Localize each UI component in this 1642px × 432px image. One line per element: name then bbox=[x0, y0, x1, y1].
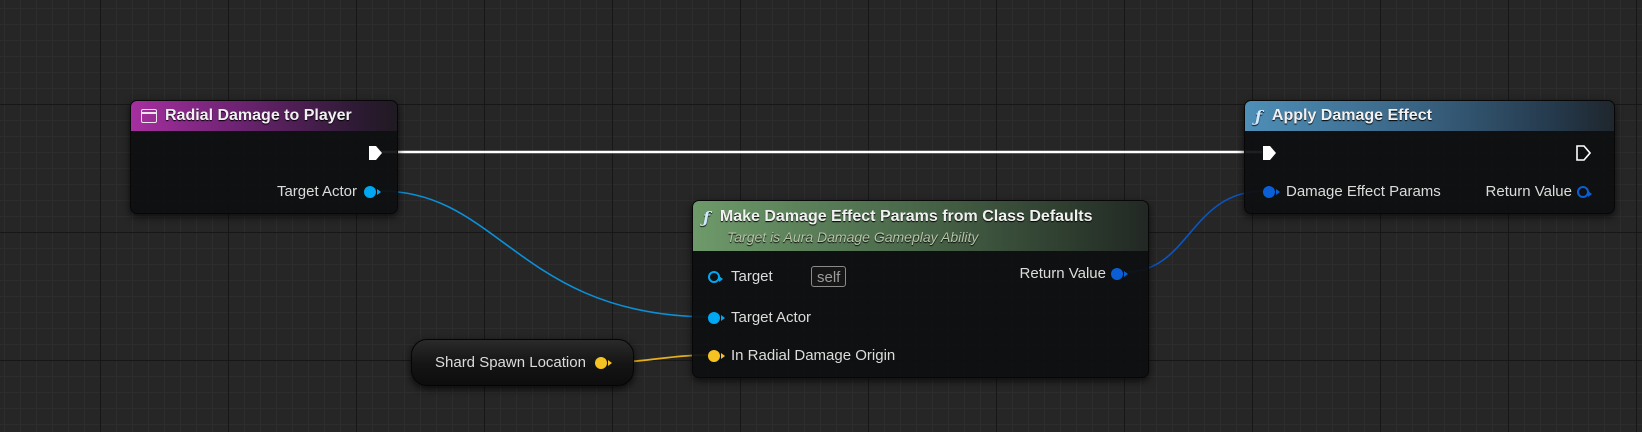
radial-damage-event-title: Radial Damage to Player bbox=[165, 107, 352, 124]
make-return-value-pin-icon[interactable] bbox=[1111, 268, 1128, 280]
exec-output-pin-icon[interactable] bbox=[1575, 145, 1591, 161]
radial-damage-event-node[interactable]: Radial Damage to Player Target Actor bbox=[130, 100, 398, 214]
apply-return-value-pin-icon[interactable] bbox=[1577, 186, 1592, 198]
make-damage-params-title: Make Damage Effect Params from Class Def… bbox=[719, 208, 1093, 225]
radial-origin-input-label: In Radial Damage Origin bbox=[731, 347, 896, 364]
apply-return-value-label: Return Value bbox=[1485, 183, 1572, 200]
radial-target-actor-pin-icon[interactable] bbox=[364, 186, 381, 198]
make-damage-params-subtitle: Target is Aura Damage Gameplay Ability bbox=[727, 228, 979, 245]
target-actor-input-label: Target Actor bbox=[731, 309, 812, 326]
exec-input-pin-icon[interactable] bbox=[1261, 145, 1277, 161]
target-actor-wire[interactable] bbox=[380, 190, 713, 318]
apply-damage-effect-header[interactable]: ƒ Apply Damage Effect bbox=[1245, 101, 1614, 131]
target-actor-input-pin-icon[interactable] bbox=[708, 312, 725, 324]
make-damage-params-node[interactable]: ƒ Make Damage Effect Params from Class D… bbox=[692, 200, 1149, 378]
radial-origin-input-pin-icon[interactable] bbox=[708, 350, 725, 362]
target-self-field[interactable]: self bbox=[811, 266, 847, 287]
target-input-label: Target bbox=[731, 268, 773, 285]
exec-output-pin-icon[interactable] bbox=[367, 145, 383, 161]
event-icon bbox=[141, 109, 157, 123]
make-return-value-label: Return Value bbox=[1019, 265, 1106, 282]
target-input-pin-icon[interactable] bbox=[708, 271, 723, 283]
apply-damage-effect-node[interactable]: ƒ Apply Damage Effect Damage Effect Para… bbox=[1244, 100, 1615, 214]
radial-target-actor-label: Target Actor bbox=[276, 183, 357, 200]
apply-damage-effect-title: Apply Damage Effect bbox=[1271, 107, 1432, 124]
shard-spawn-location-node[interactable]: Shard Spawn Location bbox=[411, 339, 634, 386]
make-damage-params-header[interactable]: ƒ Make Damage Effect Params from Class D… bbox=[693, 201, 1148, 251]
damage-effect-params-input-label: Damage Effect Params bbox=[1286, 183, 1441, 200]
damage-effect-params-input-pin-icon[interactable] bbox=[1263, 186, 1280, 198]
radial-damage-event-header[interactable]: Radial Damage to Player bbox=[131, 101, 397, 131]
shard-spawn-location-label: Shard Spawn Location bbox=[435, 354, 586, 371]
shard-spawn-location-pin-icon[interactable] bbox=[595, 357, 612, 369]
function-icon: ƒ bbox=[1255, 106, 1262, 126]
function-icon: ƒ bbox=[703, 207, 710, 227]
